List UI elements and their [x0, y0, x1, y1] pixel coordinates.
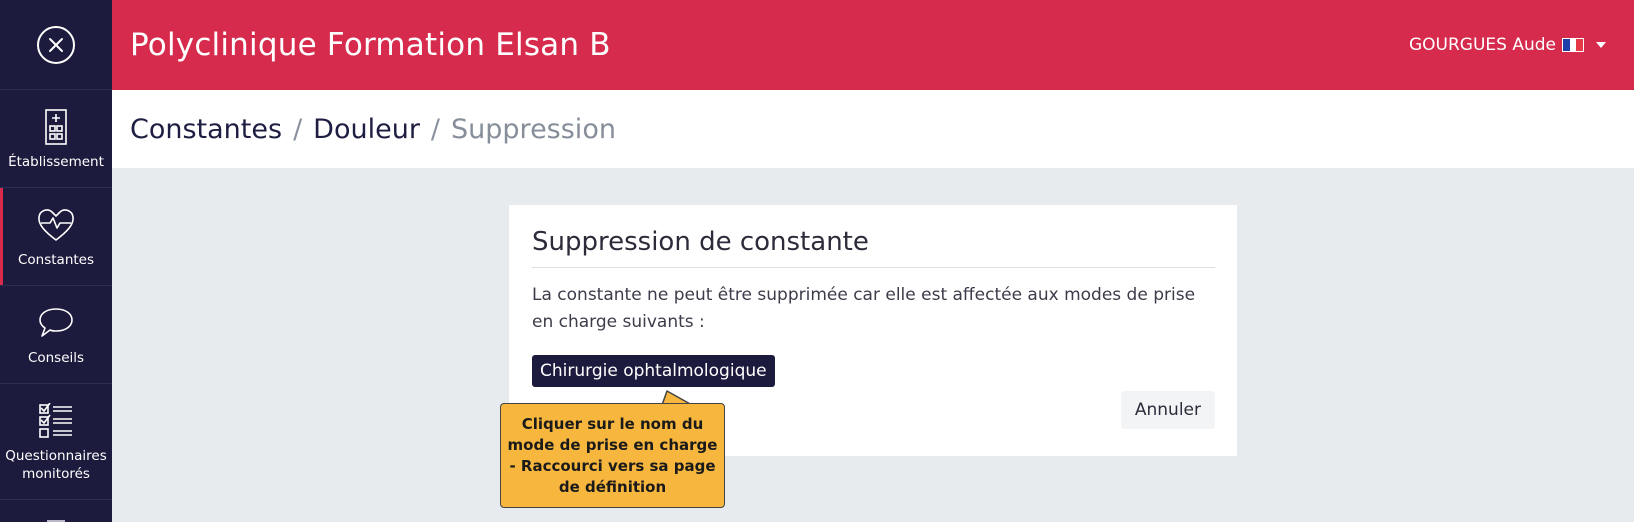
card-title: Suppression de constante: [532, 227, 1215, 268]
sidebar-item-label: Conseils: [27, 349, 85, 366]
delete-blocked-message: La constante ne peut être supprimée car …: [532, 285, 1196, 332]
french-flag-icon: [1562, 38, 1584, 52]
breadcrumb-separator: /: [293, 113, 303, 145]
sidebar-item-constantes[interactable]: Constantes: [0, 188, 112, 286]
app-title: Polyclinique Formation Elsan B: [130, 27, 611, 63]
sidebar-item-conseils[interactable]: Conseils: [0, 286, 112, 384]
sidebar: Établissement Constantes Conseils Questi…: [0, 0, 112, 524]
breadcrumb-current: Suppression: [451, 113, 616, 145]
user-name: GOURGUES Aude: [1408, 35, 1556, 55]
callout-text: Cliquer sur le nom du mode de prise en c…: [507, 414, 718, 496]
sidebar-item-etablissement[interactable]: Établissement: [0, 90, 112, 188]
breadcrumb-douleur[interactable]: Douleur: [313, 114, 420, 145]
help-callout: Cliquer sur le nom du mode de prise en c…: [500, 403, 725, 508]
checklist-icon: [36, 401, 76, 441]
sidebar-close: [0, 0, 112, 90]
cancel-button[interactable]: Annuler: [1120, 391, 1215, 429]
sidebar-item-label: Établissement: [8, 153, 104, 170]
sidebar-item-label: Constantes: [17, 251, 95, 268]
sidebar-item-label: Questionnaires monitorés: [5, 447, 107, 482]
close-icon[interactable]: [37, 25, 75, 64]
app-header: Polyclinique Formation Elsan B GOURGUES …: [112, 0, 1634, 90]
breadcrumb-constantes[interactable]: Constantes: [130, 114, 282, 145]
main-content: Suppression de constante La constante ne…: [112, 168, 1634, 522]
chevron-down-icon: [1596, 42, 1606, 48]
speech-bubble-icon: [36, 303, 76, 343]
sidebar-item-questionnaires[interactable]: Questionnaires monitorés: [0, 384, 112, 500]
care-mode-link[interactable]: Chirurgie ophtalmologique: [532, 355, 775, 387]
sidebar-more-indicator: [0, 500, 112, 524]
bottom-strip: [0, 522, 1634, 526]
building-icon: [36, 107, 76, 147]
breadcrumb-separator: /: [430, 113, 441, 145]
breadcrumb: Constantes / Douleur / Suppression: [112, 90, 1634, 168]
user-menu[interactable]: GOURGUES Aude: [1409, 35, 1606, 55]
heart-pulse-icon: [36, 205, 76, 245]
